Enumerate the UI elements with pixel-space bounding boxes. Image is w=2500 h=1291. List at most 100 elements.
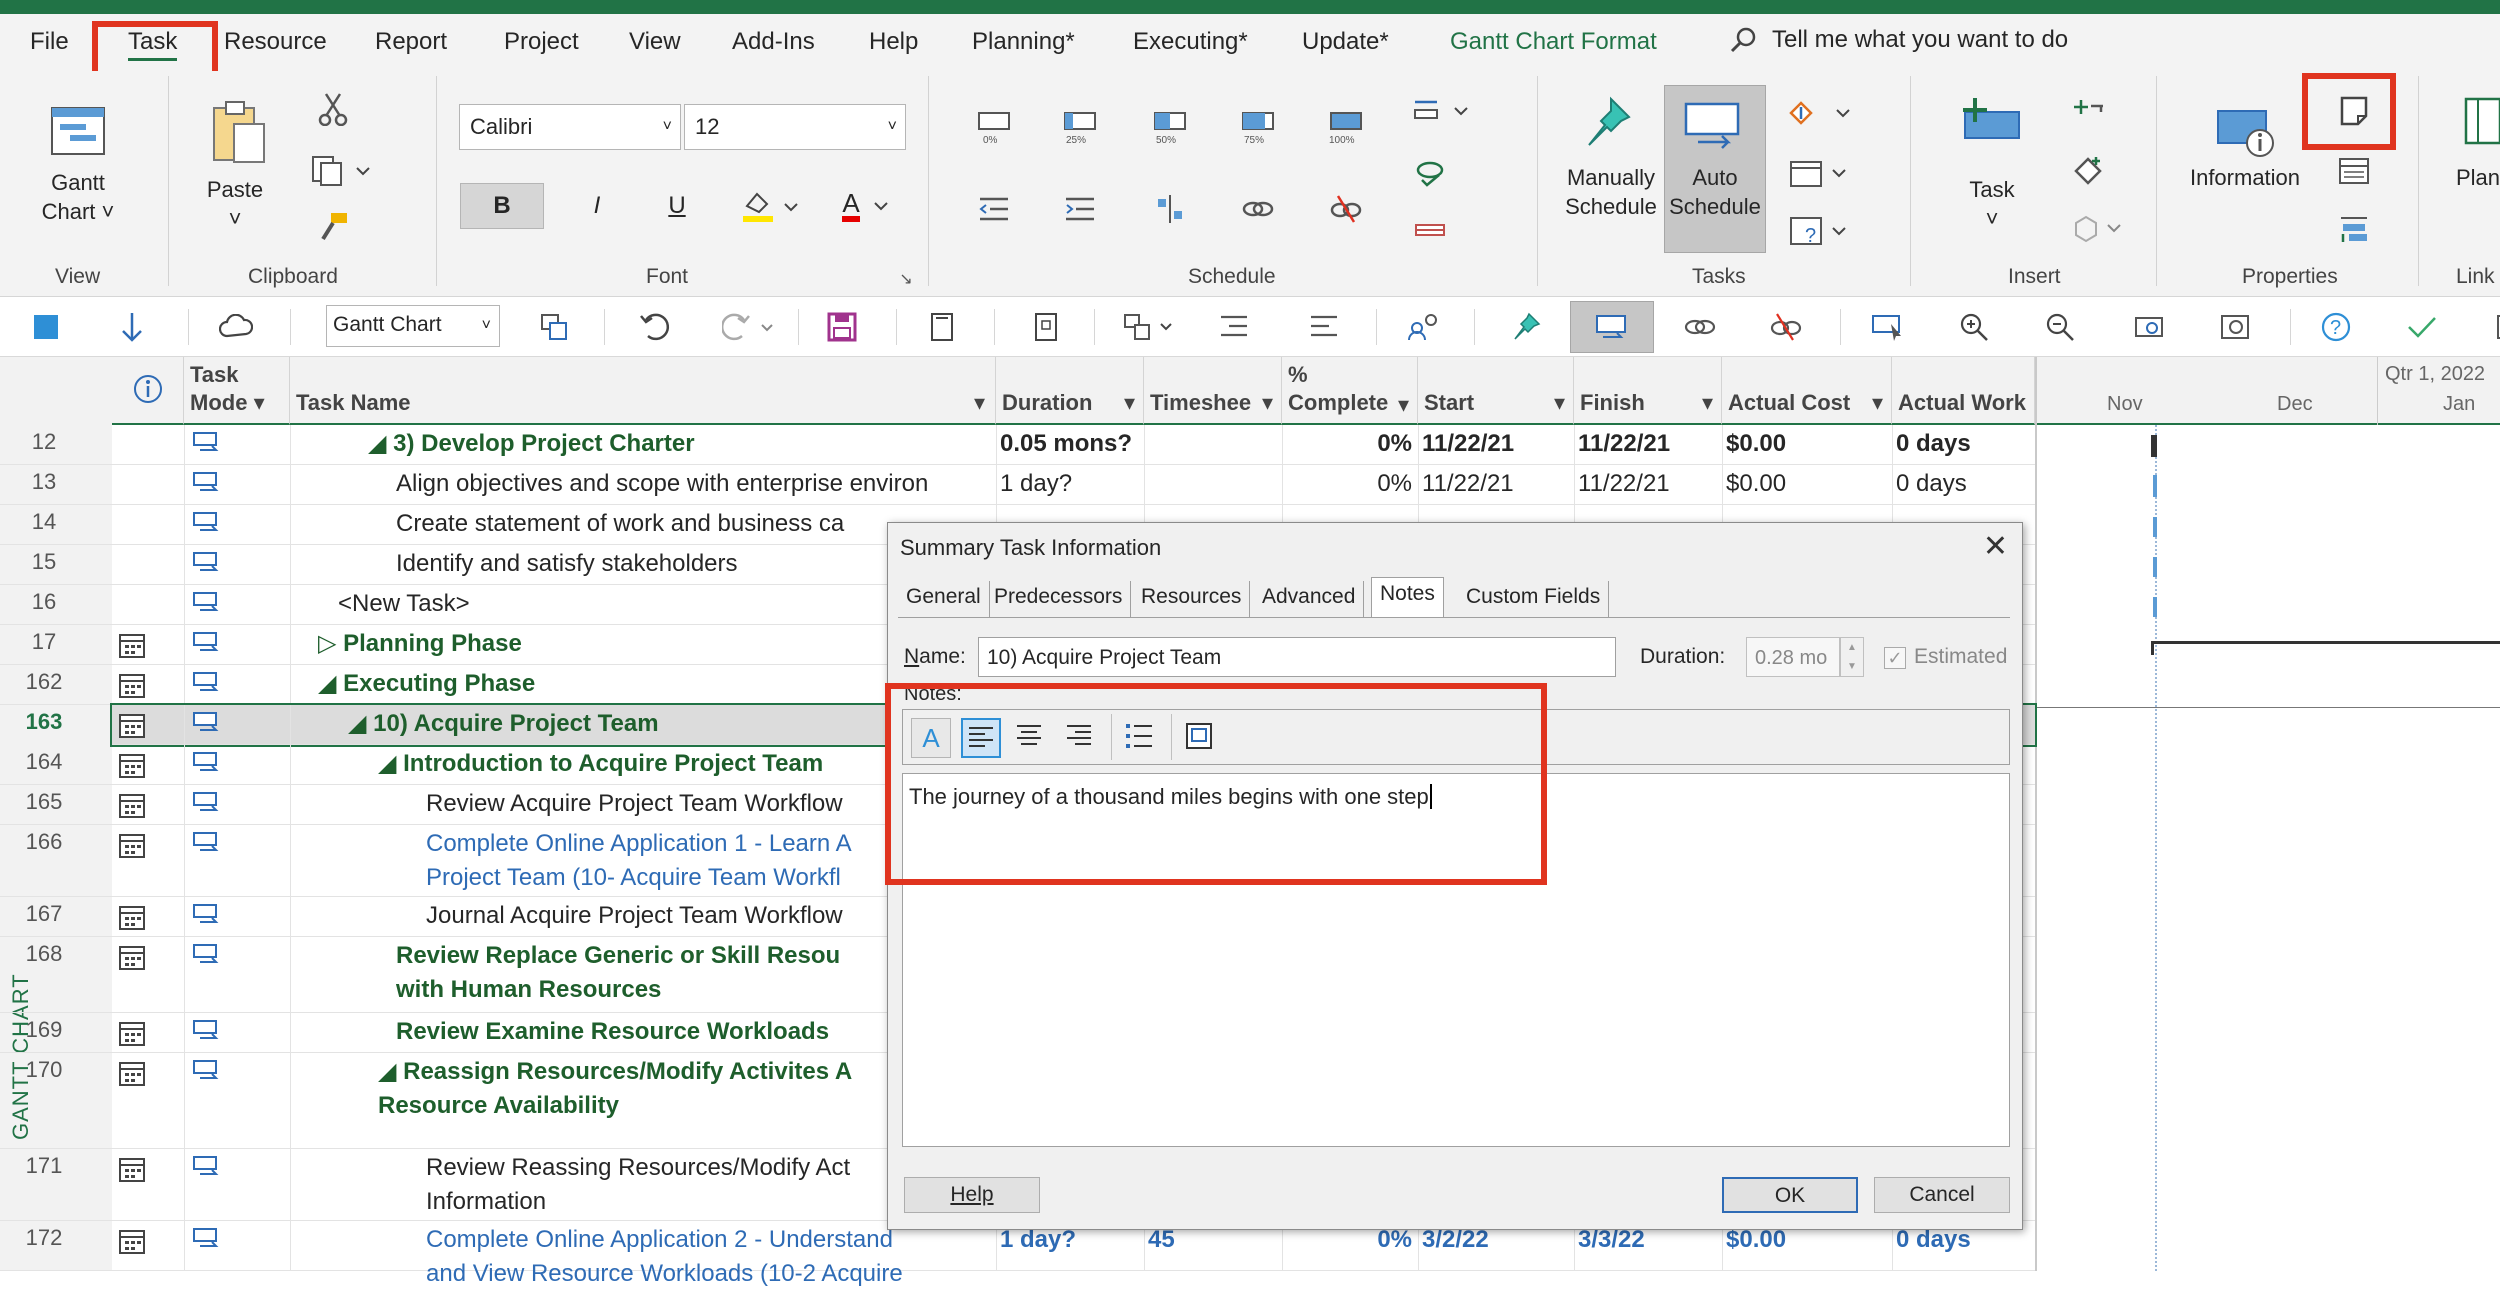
manually-schedule-label[interactable]: Manually Schedule — [1556, 163, 1666, 221]
paste-icon[interactable] — [208, 96, 268, 166]
font-family-combo[interactable]: Calibri ˅ — [459, 104, 681, 150]
unlink-tasks-icon[interactable] — [1324, 189, 1368, 229]
zoom-in-icon[interactable] — [1954, 307, 1994, 347]
assign-resources-icon[interactable] — [1404, 307, 1444, 347]
menu-file[interactable]: File — [30, 28, 69, 56]
insert-deliverable-icon[interactable] — [2068, 209, 2128, 249]
row-number[interactable]: 170 — [0, 1057, 112, 1083]
tab-advanced[interactable]: Advanced — [1254, 581, 1365, 617]
header-timesheet[interactable]: Timeshee ▾ — [1144, 357, 1282, 425]
estimated-checkbox[interactable]: ✓ — [1884, 647, 1906, 669]
help-icon[interactable]: ? — [2316, 307, 2356, 347]
underline-button[interactable]: U — [654, 183, 700, 229]
arrow-down-icon[interactable] — [112, 307, 152, 347]
cell-finish[interactable]: 11/22/21 — [1578, 467, 1720, 501]
mark-on-track-icon[interactable] — [1408, 93, 1474, 133]
inspect-icon[interactable] — [1784, 93, 1856, 133]
menu-help[interactable]: Help — [869, 28, 918, 56]
stop-square-icon[interactable] — [26, 307, 66, 347]
row-number[interactable]: 164 — [0, 749, 112, 775]
cell-start[interactable]: 11/22/21 — [1422, 467, 1572, 501]
page-icon[interactable] — [1026, 307, 1066, 347]
respect-links-icon[interactable] — [1148, 189, 1192, 229]
link-small-icon[interactable] — [1680, 307, 1720, 347]
row-number[interactable]: 165 — [0, 789, 112, 815]
font-dialog-launcher-icon[interactable]: ↘ — [896, 269, 916, 289]
row-number[interactable]: 167 — [0, 901, 112, 927]
menu-add-ins[interactable]: Add-Ins — [732, 28, 815, 56]
paste-label[interactable]: Paste ˅ — [200, 175, 270, 233]
menu-project[interactable]: Project — [504, 28, 579, 56]
task-bar-16[interactable] — [2153, 597, 2157, 617]
percent-100-icon[interactable]: 100% — [1324, 109, 1368, 149]
information-icon[interactable] — [2214, 101, 2280, 161]
save-icon[interactable] — [822, 307, 862, 347]
menu-report[interactable]: Report — [375, 28, 447, 56]
row-number[interactable]: 171 — [0, 1153, 112, 1179]
row-number[interactable]: 163 — [0, 709, 112, 735]
header-percent-complete[interactable]: % Complete ▾ — [1282, 357, 1418, 425]
cell-cost[interactable]: $0.00 — [1726, 467, 1886, 501]
row-number[interactable]: 172 — [0, 1225, 112, 1251]
cell-duration[interactable]: 0.05 mons? — [1000, 427, 1140, 461]
insert-task-label[interactable]: Task ˅ — [1952, 175, 2032, 233]
row-number[interactable]: 166 — [0, 829, 112, 855]
auto-schedule-icon[interactable] — [1684, 97, 1744, 153]
row-number[interactable]: 17 — [0, 629, 112, 655]
help-button[interactable]: Help — [904, 1177, 1040, 1213]
cell-complete[interactable]: 0% — [1286, 427, 1412, 461]
task-bar-13[interactable] — [2153, 475, 2157, 497]
menu-resource[interactable]: Resource — [224, 28, 327, 56]
auto-schedule-small-icon[interactable] — [1592, 307, 1632, 347]
mode-icon[interactable]: ? — [1784, 211, 1856, 251]
undo-icon[interactable] — [634, 307, 674, 347]
indent-list-icon[interactable] — [1214, 307, 1254, 347]
menu-update[interactable]: Update* — [1302, 28, 1389, 56]
cell-work[interactable]: 0 days — [1896, 467, 2035, 501]
tab-notes[interactable]: Notes — [1371, 577, 1444, 618]
row-number[interactable]: 162 — [0, 669, 112, 695]
menu-executing[interactable]: Executing* — [1133, 28, 1248, 56]
row-number[interactable]: 168 — [0, 941, 112, 967]
more-icon[interactable] — [2484, 307, 2500, 347]
row-number[interactable]: 16 — [0, 589, 112, 615]
menu-gantt-chart-format[interactable]: Gantt Chart Format — [1450, 28, 1657, 56]
tab-resources[interactable]: Resources — [1133, 581, 1251, 617]
menu-planning[interactable]: Planning* — [972, 28, 1075, 56]
menu-view[interactable]: View — [629, 28, 681, 56]
row-number[interactable]: 12 — [0, 429, 112, 455]
header-duration[interactable]: Duration ▾ — [996, 357, 1144, 425]
task-name-cell[interactable]: Align objectives and scope with enterpri… — [396, 467, 996, 501]
indent-icon[interactable] — [1058, 189, 1102, 229]
move-task-icon[interactable] — [1784, 153, 1856, 193]
row-number[interactable]: 14 — [0, 509, 112, 535]
scroll-to-task-icon[interactable] — [2130, 307, 2170, 347]
outdent-list-icon[interactable] — [1304, 307, 1344, 347]
entire-project-icon[interactable] — [2216, 307, 2256, 347]
tab-custom-fields[interactable]: Custom Fields — [1458, 581, 1610, 617]
inactivate-icon[interactable] — [1408, 211, 1452, 251]
select-task-icon[interactable] — [1868, 307, 1908, 347]
gantt-chart-area[interactable]: Qtr 1, 2022 Nov Dec Jan — [2035, 357, 2500, 1271]
tab-predecessors[interactable]: Predecessors — [986, 581, 1132, 617]
name-field[interactable]: 10) Acquire Project Team — [978, 637, 1616, 677]
header-task-mode[interactable]: Task Mode ▾ — [184, 357, 290, 425]
ok-button[interactable]: OK — [1722, 1177, 1858, 1213]
information-label[interactable]: Information — [2182, 163, 2308, 192]
outdent-icon[interactable] — [972, 189, 1016, 229]
summary-bar-planning[interactable] — [2151, 641, 2500, 655]
summary-bar-12[interactable] — [2151, 435, 2157, 457]
table-row[interactable]: 13 Align objectives and scope with enterp… — [0, 465, 2035, 505]
font-size-combo[interactable]: 12 ˅ — [684, 104, 906, 150]
cut-icon[interactable] — [315, 91, 351, 127]
task-bar-14[interactable] — [2153, 517, 2157, 537]
cell-start[interactable]: 11/22/21 — [1422, 427, 1572, 461]
check-icon[interactable] — [2402, 307, 2442, 347]
view-combo[interactable]: Gantt Chart ˅ — [326, 305, 500, 347]
percent-25-icon[interactable]: 25% — [1058, 109, 1102, 149]
font-color-icon[interactable]: A — [834, 183, 900, 229]
details-icon[interactable] — [2334, 151, 2374, 191]
task-bar-15[interactable] — [2153, 557, 2157, 577]
italic-button[interactable]: I — [574, 183, 620, 229]
duration-field[interactable]: 0.28 mo — [1746, 637, 1840, 677]
